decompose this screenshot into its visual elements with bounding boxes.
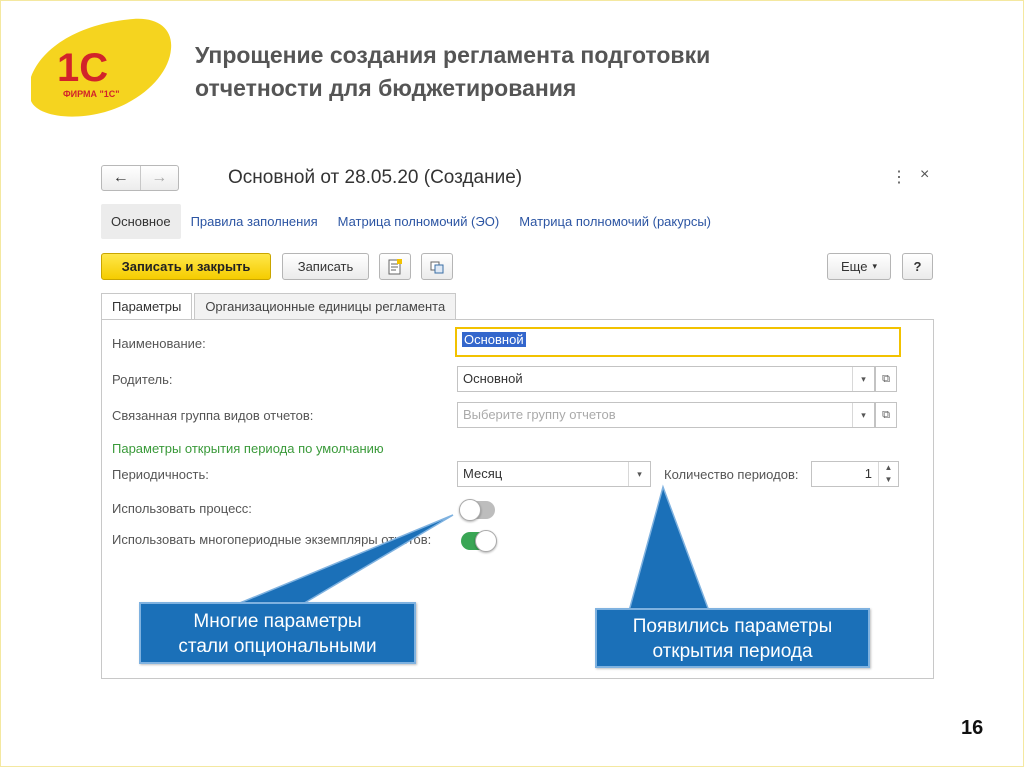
command-bar: Записать и закрыть Записать Еще ▾ ? (101, 253, 934, 281)
navigation-links: Основное Правила заполнения Матрица полн… (101, 203, 721, 239)
help-button[interactable]: ? (902, 253, 933, 280)
slide-title-line1: Упрощение создания регламента подготовки (195, 42, 711, 68)
more-button[interactable]: Еще ▾ (827, 253, 891, 280)
left-callout: Многие параметры стали опциональными (139, 602, 416, 664)
periodicity-field[interactable]: Месяц ▾ (457, 461, 651, 487)
page-number: 16 (961, 717, 984, 739)
more-vertical-icon[interactable]: ⋮ (891, 167, 907, 187)
link-fill-rules[interactable]: Правила заполнения (191, 214, 318, 229)
tab-org-units[interactable]: Организационные единицы регламента (194, 293, 457, 319)
link-authority-matrix-views[interactable]: Матрица полномочий (ракурсы) (519, 214, 711, 229)
periods-count-value: 1 (864, 466, 872, 481)
save-and-close-button[interactable]: Записать и закрыть (101, 253, 271, 280)
report-group-placeholder: Выберите группу отчетов (463, 407, 616, 422)
save-button[interactable]: Записать (282, 253, 369, 280)
name-value: Основной (462, 332, 526, 347)
stepper-arrows-icon[interactable]: ▲ ▼ (878, 462, 898, 486)
left-callout-line2: стали опциональными (178, 636, 377, 657)
link-authority-matrix-eo[interactable]: Матрица полномочий (ЭО) (338, 214, 500, 229)
document-window: ← → Основной от 28.05.20 (Создание) ⋮ × … (101, 159, 934, 679)
use-multiperiod-toggle[interactable] (461, 530, 497, 552)
name-label: Наименование: (112, 336, 206, 351)
toggle-knob (459, 499, 481, 521)
periodicity-value: Месяц (463, 466, 503, 481)
more-button-label: Еще (841, 259, 868, 274)
use-process-label: Использовать процесс: (112, 501, 252, 516)
parent-field[interactable]: Основной ▾ (457, 366, 875, 392)
forward-arrow-icon[interactable]: → (139, 166, 179, 190)
periods-count-stepper[interactable]: 1 ▲ ▼ (811, 461, 899, 487)
1c-logo-icon: 1С ФИРМА "1С" (31, 18, 172, 117)
tab-parameters[interactable]: Параметры (101, 293, 193, 319)
slide-title-line2: отчетности для бюджетирования (195, 75, 577, 101)
svg-text:ФИРМА "1С": ФИРМА "1С" (63, 89, 120, 99)
chevron-down-icon: ▾ (872, 261, 877, 271)
report-group-label: Связанная группа видов отчетов: (112, 408, 314, 423)
right-callout-line1: Появились параметры (632, 616, 833, 637)
use-process-toggle[interactable] (459, 499, 495, 521)
structure-icon[interactable] (421, 253, 453, 280)
back-arrow-icon[interactable]: ← (102, 166, 140, 190)
periods-count-label: Количество периодов: (664, 467, 799, 482)
parent-label: Родитель: (112, 372, 173, 387)
form-tabs: Параметры Организационные единицы реглам… (101, 293, 458, 319)
close-icon[interactable]: × (920, 166, 929, 184)
dropdown-arrow-icon[interactable]: ▾ (852, 367, 874, 391)
link-main[interactable]: Основное (101, 203, 181, 239)
dropdown-arrow-icon[interactable]: ▾ (628, 462, 650, 486)
svg-text:1С: 1С (57, 46, 108, 90)
name-field[interactable]: Основной (455, 327, 901, 357)
use-multiperiod-label: Использовать многопериодные экземпляры о… (112, 532, 432, 547)
toggle-knob (475, 530, 497, 552)
period-section-title: Параметры открытия периода по умолчанию (112, 441, 384, 456)
left-callout-line1: Многие параметры (193, 611, 362, 632)
dropdown-arrow-icon[interactable]: ▾ (852, 403, 874, 427)
right-callout-line2: открытия периода (652, 641, 813, 662)
slide-title: Упрощение создания регламента подготовки… (195, 39, 895, 105)
right-callout: Появились параметры открытия периода (595, 608, 870, 668)
document-title: Основной от 28.05.20 (Создание) (228, 167, 523, 188)
report-icon[interactable] (379, 253, 411, 280)
parent-value: Основной (463, 371, 523, 386)
report-group-field[interactable]: Выберите группу отчетов ▾ (457, 402, 875, 428)
periodicity-label: Периодичность: (112, 467, 209, 482)
slide: 1С ФИРМА "1С" Упрощение создания регламе… (0, 0, 1024, 767)
nav-buttons: ← → (101, 165, 179, 191)
open-report-group-icon[interactable]: ⧉ (875, 402, 897, 428)
open-parent-icon[interactable]: ⧉ (875, 366, 897, 392)
